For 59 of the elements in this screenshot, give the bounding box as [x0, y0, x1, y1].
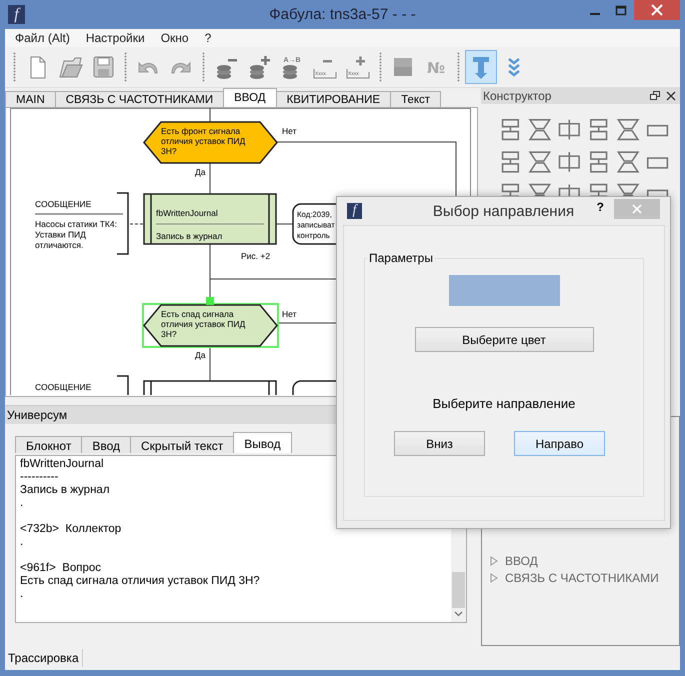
scrollbar-thumb[interactable]	[452, 572, 465, 608]
process-name: fbWrittenJournal	[156, 208, 218, 218]
connection-handle[interactable]	[206, 297, 214, 305]
expand-icon[interactable]	[490, 573, 498, 584]
output-line: Запись в журнал	[20, 484, 111, 497]
choose-color-button[interactable]: Выберите цвет	[414, 327, 594, 352]
output-line: .	[20, 536, 24, 549]
panel-title: Конструктор	[483, 88, 552, 103]
output-line: <961f> Вопрос	[20, 562, 102, 575]
close-icon[interactable]	[634, 0, 680, 20]
float-icon[interactable]	[650, 90, 660, 101]
tab[interactable]: ВВОД	[223, 88, 277, 107]
branch-label: Нет	[282, 309, 296, 319]
app-logo: f	[347, 203, 362, 219]
tab[interactable]: КВИТИРОВАНИЕ	[276, 91, 392, 107]
menu-item[interactable]: Настройки	[78, 31, 153, 45]
process-caption: Запись в журнал	[156, 231, 222, 241]
output-line: fbWrittenJournal	[20, 458, 105, 471]
branch-label: Да	[195, 167, 206, 177]
scroll-down-icon[interactable]	[454, 611, 463, 617]
decision-text: Есть спад сигнала отличия уставок ПИД 3Н?	[161, 309, 246, 339]
menu-item[interactable]: Окно	[152, 31, 197, 45]
tree-label: ВВОД	[505, 554, 538, 568]
direction-button[interactable]: Направо	[514, 431, 605, 456]
output-line: .	[20, 497, 24, 510]
tab[interactable]: Трассировка	[5, 649, 83, 667]
app-logo: f	[8, 5, 25, 24]
output-line: Есть спад сигнала отличия уставок ПИД 3Н?	[20, 575, 261, 588]
note-bracket	[117, 192, 129, 255]
dialog-title: Выбор направления	[432, 202, 574, 220]
help-button[interactable]: ?	[592, 200, 608, 214]
group-title: Параметры	[368, 251, 434, 265]
expand-icon[interactable]	[490, 556, 498, 566]
note-bracket	[117, 375, 129, 395]
tab[interactable]: Вывод	[233, 432, 292, 455]
panel-title: Универсум	[7, 408, 68, 422]
menu-item[interactable]: Файл (Alt)	[7, 31, 78, 45]
note-text: Насосы статики ТК4: Уставки ПИД отличаются.	[35, 219, 117, 250]
tree-label: СВЯЗЬ С ЧАСТОТНИКАМИ	[505, 571, 659, 586]
close-icon[interactable]	[666, 90, 676, 101]
prompt-text: Выберите направление	[432, 396, 576, 411]
toolbar-button[interactable]	[465, 50, 497, 84]
output-line: <732b> Коллектор	[20, 523, 122, 536]
tree-item[interactable]: СВЯЗЬ С ЧАСТОТНИКАМИ	[490, 570, 679, 587]
tab[interactable]: Текст	[390, 91, 442, 107]
branch-label: Да	[195, 350, 206, 360]
direction-button[interactable]: Вниз	[394, 431, 485, 456]
note-title: СООБЩЕНИЕ	[35, 199, 92, 209]
window-title: Фабула: tns3a-57 - - -	[269, 6, 416, 23]
menu-item[interactable]: ?	[196, 31, 220, 45]
tab[interactable]: MAIN	[5, 91, 56, 107]
output-line: ----------	[20, 471, 60, 484]
decision-text: Есть фронт сигнала отличия уставок ПИД 3Н?	[161, 126, 246, 156]
branch-label: Нет	[282, 126, 296, 136]
output-line: .	[20, 588, 24, 601]
figure-label: Рис. +2	[241, 251, 270, 261]
tab[interactable]: СВЯЗЬ С ЧАСТОТНИКАМИ	[54, 91, 224, 107]
tree-item[interactable]: ВВОД	[490, 552, 679, 570]
note-title: СООБЩЕНИЕ	[35, 382, 92, 392]
